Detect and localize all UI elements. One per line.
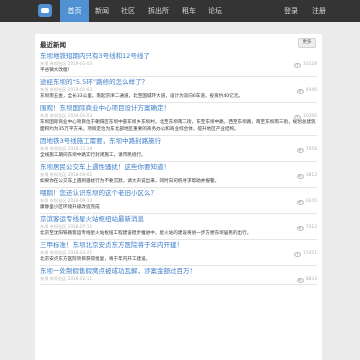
view-count: 8833 [296,277,317,283]
view-count: 10128 [294,62,317,68]
view-count: 6245 [296,199,317,205]
more-button[interactable]: 更多 [298,38,316,48]
news-title-link[interactable]: 因地铁3号线施工需要，东坝中路封路施行 [40,137,317,146]
view-count-value: 8833 [305,277,317,282]
view-count: 7658 [296,147,317,153]
eye-icon [296,147,304,153]
news-title-link[interactable]: 途经东坝的“5.5环”路修的怎么样了？ [40,78,317,87]
view-count: 15451 [294,251,317,257]
view-count-value: 4946 [305,88,317,93]
view-count-value: 3812 [305,173,317,178]
nav-forum[interactable]: 论坛 [202,0,228,22]
news-item: 东坝地铁短期内只有3号线和12号线了 东坝 东坝社区 2019-01-03 平谷镇大… [40,51,317,77]
top-nav-bar: 首页 新闻 社区 拆出所 租车 论坛 登录 注册 [0,0,360,22]
news-summary: 北京至沈阳铁路客运专线星火站枢纽工程建设稳步推进中，星火站的建设将进一步方便东坝… [40,231,252,236]
news-summary: 东坝南五金，全长33公里，南起京津二通道，北至国城环大道，设计为双向6车道，投资… [40,94,243,99]
news-title-link[interactable]: 东坝一处制假售假窝点被成功瓦解，涉案金额过百万！ [40,267,317,276]
nav-home[interactable]: 首页 [60,0,89,22]
news-summary: 北京安贞东方医院项目获得批复，将于年内开工建设。 [40,257,151,262]
news-item: 围观！东坝国际商业中心项目设计方案确定！ 东坝 东坝社区 2019-01-03 东坝… [40,103,317,136]
news-summary: 全线施工期间东坝中路实行封闭施工，请市民绕行。 [40,153,146,158]
login-link[interactable]: 登录 [277,0,305,22]
eye-icon [296,88,304,94]
news-title-link[interactable]: 京滨客运专线星火站枢纽站最新消息 [40,215,317,224]
account-nav: 登录 注册 [277,0,333,22]
view-count-value: 10290 [303,114,317,119]
news-summary: 康静里小区环境升级改造完成 [40,205,100,210]
news-title-link[interactable]: 东坝地铁短期内只有3号线和12号线了 [40,52,317,61]
news-meta: 东坝 东坝社区 2018-02-11 [40,276,93,281]
news-item: 因地铁3号线施工需要，东坝中路封路施行 东坝 东坝社区 2018-11-19 全线施… [40,136,317,162]
eye-icon [294,114,302,120]
eye-icon [294,62,302,68]
view-count: 10290 [294,114,317,120]
eye-icon [296,173,304,179]
view-count: 3812 [296,173,317,179]
news-item: 三甲标准！东坝北京安贞东方医院将于年内开建！ 东坝 东坝社区 2018-03-21… [40,240,317,266]
nav-community[interactable]: 社区 [115,0,141,22]
chat-bubble-logo-icon[interactable] [38,4,52,17]
news-title-link[interactable]: 东坝居民公交车上遇性骚扰！这些你要知道！ [40,163,317,172]
news-title-link[interactable]: 围观！东坝国际商业中心项目设计方案确定！ [40,104,317,113]
register-link[interactable]: 注册 [305,0,333,22]
news-item: 京滨客运专线星火站枢纽站最新消息 东坝 东坝社区 2018-07-11 北京至沈阳铁… [40,214,317,240]
view-count-value: 10128 [303,62,317,67]
news-item: 东坝一处制假售假窝点被成功瓦解，涉案金额过百万！ 东坝 东坝社区 2018-02-… [40,266,317,285]
view-count: 7012 [296,225,317,231]
nav-news[interactable]: 新闻 [89,0,115,22]
news-title-link[interactable]: 三甲标准！东坝北京安贞东方医院将于年内开建！ [40,241,317,250]
main-nav: 首页 新闻 社区 拆出所 租车 论坛 [60,0,228,22]
nav-car-rental[interactable]: 租车 [176,0,202,22]
news-panel: 最近新闻 更多 东坝地铁短期内只有3号线和12号线了 东坝 东坝社区 2019-0… [35,34,322,360]
news-summary: 平谷镇大改版！ [40,68,73,73]
eye-icon [296,225,304,231]
news-title-link[interactable]: 喂鹅！您还认识东坝的这个老旧小区么？ [40,189,317,198]
news-item: 东坝居民公交车上遇性骚扰！这些你要知道！ 东坝 东坝社区 2018-09-02 如果… [40,162,317,188]
view-count-value: 7658 [305,147,317,152]
news-summary: 东坝国际商业中心项目位于朝阳区东坝中部东坝乡东坝村，北至东坝南二街，东至东坝中路… [40,120,316,132]
nav-police-station[interactable]: 拆出所 [141,0,176,22]
section-heading: 最近新闻 [40,41,66,49]
eye-icon [296,277,304,283]
eye-icon [294,251,302,257]
view-count-value: 6245 [305,199,317,204]
eye-icon [296,199,304,205]
news-item: 途经东坝的“5.5环”路修的怎么样了？ 东坝 东坝社区 2019-01-03 东坝南… [40,77,317,103]
news-list: 东坝地铁短期内只有3号线和12号线了 东坝 东坝社区 2019-01-03 平谷镇大… [40,51,317,285]
news-summary: 如果你在公交车上遇到骚扰行为不要沉默，请大声说出来，同时向司机寻求帮助并报警。 [40,179,220,184]
view-count: 4946 [296,88,317,94]
news-item: 喂鹅！您还认识东坝的这个老旧小区么？ 东坝 东坝社区 2018-09-13 康静里小… [40,188,317,214]
view-count-value: 15451 [303,251,317,256]
view-count-value: 7012 [305,225,317,230]
